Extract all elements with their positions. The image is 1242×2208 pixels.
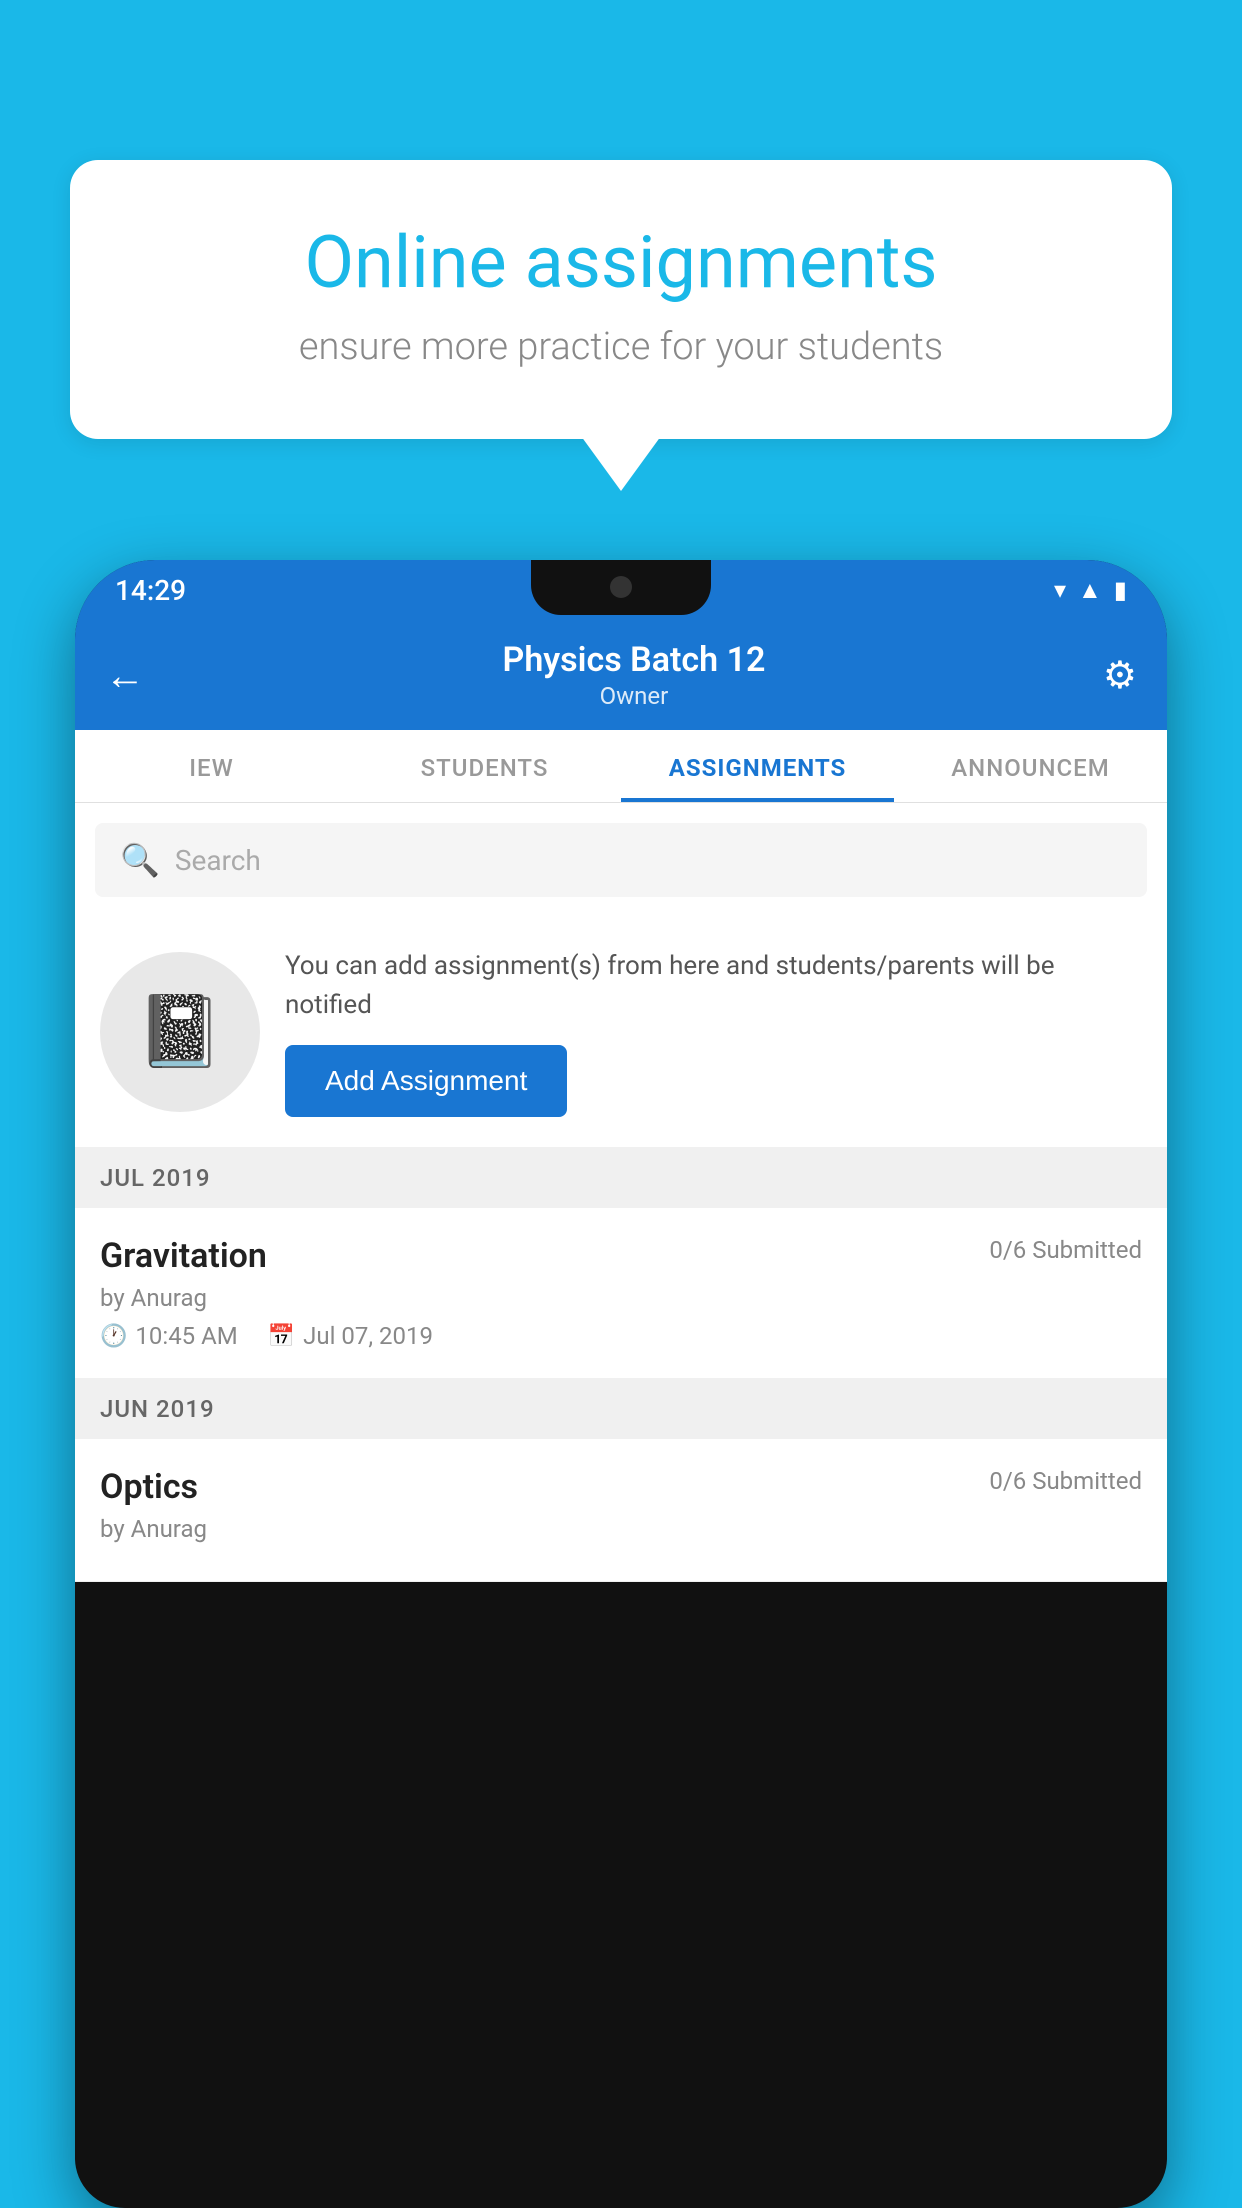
tab-overview[interactable]: IEW — [75, 730, 348, 802]
app-bar-title: Physics Batch 12 — [165, 640, 1103, 680]
phone-content: 🔍 Search 📓 You can add assignment(s) fro… — [75, 803, 1167, 1582]
assignment-icon-circle: 📓 — [100, 952, 260, 1112]
assignment-item-gravitation[interactable]: Gravitation 0/6 Submitted by Anurag 🕐 10… — [75, 1208, 1167, 1379]
month-separator-jul: JUL 2019 — [75, 1148, 1167, 1208]
search-container: 🔍 Search — [75, 803, 1167, 917]
search-bar[interactable]: 🔍 Search — [95, 823, 1147, 897]
search-input[interactable]: Search — [175, 844, 261, 877]
assignment-submitted-optics: 0/6 Submitted — [989, 1467, 1142, 1495]
front-camera — [610, 576, 632, 598]
month-separator-jun: JUN 2019 — [75, 1379, 1167, 1439]
tab-students[interactable]: STUDENTS — [348, 730, 621, 802]
tab-assignments[interactable]: ASSIGNMENTS — [621, 730, 894, 802]
calendar-icon: 📅 — [268, 1324, 295, 1349]
speech-bubble-subtitle: ensure more practice for your students — [140, 325, 1102, 369]
assignment-date-value: Jul 07, 2019 — [303, 1322, 433, 1350]
settings-button[interactable]: ⚙ — [1103, 653, 1137, 698]
notch — [531, 560, 711, 615]
tabs-container: IEW STUDENTS ASSIGNMENTS ANNOUNCEM — [75, 730, 1167, 803]
back-button[interactable]: ← — [105, 652, 145, 699]
speech-bubble: Online assignments ensure more practice … — [70, 160, 1172, 439]
assignment-item-header-optics: Optics 0/6 Submitted — [100, 1467, 1142, 1507]
status-bar-icons: ▾ ▲ ▮ — [1054, 576, 1127, 605]
assignment-item-header: Gravitation 0/6 Submitted — [100, 1236, 1142, 1276]
assignment-date: 📅 Jul 07, 2019 — [268, 1322, 433, 1350]
notebook-icon: 📓 — [136, 991, 223, 1073]
assignment-time: 🕐 10:45 AM — [100, 1322, 238, 1350]
app-bar-title-container: Physics Batch 12 Owner — [165, 640, 1103, 710]
app-bar-subtitle: Owner — [165, 682, 1103, 710]
tab-announcements[interactable]: ANNOUNCEM — [894, 730, 1167, 802]
add-assignment-button[interactable]: Add Assignment — [285, 1045, 567, 1117]
assignment-meta: 🕐 10:45 AM 📅 Jul 07, 2019 — [100, 1322, 1142, 1350]
search-icon: 🔍 — [120, 841, 160, 879]
assignment-promo-description: You can add assignment(s) from here and … — [285, 947, 1142, 1025]
assignment-item-optics[interactable]: Optics 0/6 Submitted by Anurag — [75, 1439, 1167, 1582]
assignment-by-optics: by Anurag — [100, 1515, 1142, 1543]
status-bar-time: 14:29 — [115, 574, 186, 607]
speech-bubble-title: Online assignments — [140, 220, 1102, 305]
assignment-title-optics: Optics — [100, 1467, 198, 1507]
assignment-time-value: 10:45 AM — [135, 1322, 237, 1350]
signal-icon: ▲ — [1078, 576, 1102, 605]
app-bar: ← Physics Batch 12 Owner ⚙ — [75, 620, 1167, 730]
assignment-by: by Anurag — [100, 1284, 1142, 1312]
add-assignment-promo: 📓 You can add assignment(s) from here an… — [75, 917, 1167, 1148]
speech-bubble-container: Online assignments ensure more practice … — [70, 160, 1172, 439]
assignment-promo-text: You can add assignment(s) from here and … — [285, 947, 1142, 1117]
battery-icon: ▮ — [1114, 576, 1127, 604]
assignment-submitted: 0/6 Submitted — [989, 1236, 1142, 1264]
phone-frame: 14:29 ▾ ▲ ▮ ← Physics Batch 12 Owner ⚙ I… — [75, 560, 1167, 2208]
wifi-icon: ▾ — [1054, 576, 1066, 604]
clock-icon: 🕐 — [100, 1324, 127, 1349]
assignment-title: Gravitation — [100, 1236, 267, 1276]
